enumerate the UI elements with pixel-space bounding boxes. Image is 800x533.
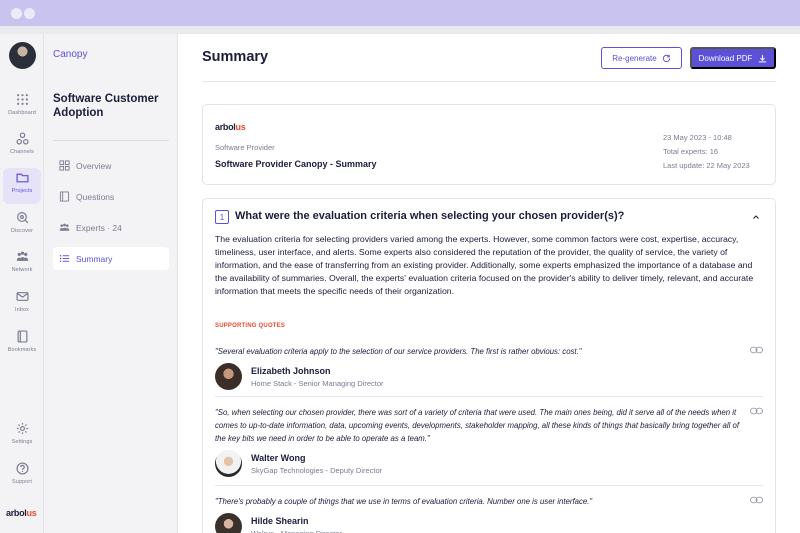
rail-label: Discover — [10, 228, 34, 234]
book-icon — [59, 191, 70, 202]
rail-label: Projects — [11, 188, 33, 194]
divider — [215, 396, 763, 397]
list-icon — [59, 255, 70, 262]
quote-text: "There's probably a couple of things tha… — [215, 497, 593, 506]
gear-icon — [16, 422, 28, 435]
rail-label: Inbox — [15, 307, 29, 313]
arbolus-logo: arbolus — [215, 122, 246, 132]
arbolus-logo: arbolus — [6, 508, 37, 518]
question-title: What were the evaluation criteria when s… — [235, 210, 625, 222]
quote-item: "Several evaluation criteria apply to th… — [215, 345, 763, 390]
channels-icon — [15, 132, 29, 145]
expert-avatar — [215, 513, 242, 533]
link-icon[interactable] — [750, 407, 763, 415]
sidebar-item-label: Summary — [76, 253, 113, 264]
question-answer: The evaluation criteria for selecting pr… — [215, 234, 754, 297]
icon-rail: Dashboard Channels Projects Discover Net… — [0, 34, 44, 533]
rail-label: Dashboard — [8, 110, 36, 116]
expert-avatar — [215, 363, 242, 390]
discover-icon — [16, 212, 28, 224]
rail-label: Bookmarks — [7, 347, 37, 353]
user-avatar[interactable] — [9, 42, 36, 69]
sidebar-item-overview[interactable]: Overview — [53, 154, 169, 177]
window-control-dot[interactable] — [11, 8, 22, 19]
question-card: 1 What were the evaluation criteria when… — [202, 198, 776, 533]
rail-item-network[interactable]: Network — [3, 247, 41, 283]
rail-item-projects[interactable]: Projects — [3, 168, 41, 204]
sidebar-item-label: Experts · 24 — [76, 222, 122, 233]
project-title: Software Customer Adoption — [53, 93, 159, 119]
rail-label: Network — [11, 267, 33, 273]
page-title: Summary — [202, 49, 269, 65]
quote-text: "Several evaluation criteria apply to th… — [215, 347, 582, 356]
summary-title: Software Provider Canopy - Summary — [215, 159, 377, 169]
grid-icon — [16, 94, 28, 105]
sidebar-item-summary[interactable]: Summary — [53, 247, 169, 270]
sidebar-item-label: Questions — [76, 191, 115, 202]
expert-name[interactable]: Walter Wong — [251, 453, 382, 463]
supporting-quotes-label: SUPPORTING QUOTES — [215, 323, 286, 329]
window-control-dot[interactable] — [24, 8, 35, 19]
main-content: Summary Re-generate Download PDF arbolus… — [178, 34, 800, 533]
expert-name[interactable]: Elizabeth Johnson — [251, 366, 384, 376]
sidebar-item-questions[interactable]: Questions — [53, 185, 169, 208]
chevron-up-icon[interactable] — [751, 212, 761, 222]
expert-role: Home Stack - Senior Managing Director — [251, 378, 384, 388]
rail-label: Support — [12, 479, 32, 485]
expert-avatar — [215, 450, 242, 477]
refresh-icon — [662, 54, 670, 62]
link-icon[interactable] — [750, 346, 763, 354]
quote-item: "So, when selecting our chosen provider,… — [215, 406, 763, 477]
folder-icon — [15, 173, 29, 183]
sidebar-item-experts[interactable]: Experts · 24 — [53, 216, 169, 239]
summary-subtitle: Software Provider — [215, 143, 275, 152]
quote-text: "So, when selecting our chosen provider,… — [215, 408, 739, 443]
rail-item-discover[interactable]: Discover — [3, 208, 41, 244]
rail-item-support[interactable]: Support — [3, 459, 41, 495]
expert-role: Walrus - Managing Director — [251, 528, 342, 533]
download-label: Download PDF — [698, 53, 753, 63]
summary-expert-count: Total experts: 16 — [663, 147, 719, 156]
download-pdf-button[interactable]: Download PDF — [690, 47, 776, 69]
divider — [202, 81, 776, 82]
question-number: 1 — [215, 210, 229, 224]
summary-info-card: arbolus Software Provider Software Provi… — [202, 104, 776, 185]
divider — [53, 140, 169, 141]
rail-item-bookmarks[interactable]: Bookmarks — [3, 327, 41, 363]
quote-item: "There's probably a couple of things tha… — [215, 495, 763, 533]
help-icon — [15, 462, 29, 475]
regenerate-label: Re-generate — [612, 53, 657, 63]
bookmark-icon — [17, 330, 27, 343]
rail-item-inbox[interactable]: Inbox — [3, 287, 41, 323]
people-icon — [59, 223, 70, 231]
rail-item-channels[interactable]: Channels — [3, 129, 41, 165]
link-icon[interactable] — [750, 496, 763, 504]
rail-item-settings[interactable]: Settings — [3, 419, 41, 455]
regenerate-button[interactable]: Re-generate — [601, 47, 682, 69]
project-sidebar: Canopy Software Customer Adoption Overvi… — [44, 34, 178, 533]
window-titlebar — [0, 0, 800, 26]
download-icon — [759, 54, 767, 62]
toolbar-strip — [0, 26, 800, 34]
mail-icon — [15, 292, 29, 301]
expert-role: SkyGap Technologies - Deputy Director — [251, 465, 383, 475]
summary-last-update: Last update: 22 May 2023 — [663, 161, 750, 170]
rail-label: Channels — [9, 149, 35, 155]
rail-label: Settings — [11, 439, 33, 445]
summary-date: 23 May 2023 - 10:48 — [663, 133, 732, 142]
network-icon — [16, 251, 28, 261]
sidebar-item-label: Overview — [76, 160, 112, 171]
expert-name[interactable]: Hilde Shearin — [251, 516, 342, 526]
divider — [215, 485, 763, 486]
rail-item-dashboard[interactable]: Dashboard — [3, 90, 41, 126]
client-brand[interactable]: Canopy — [53, 49, 87, 60]
layout-icon — [59, 160, 70, 171]
